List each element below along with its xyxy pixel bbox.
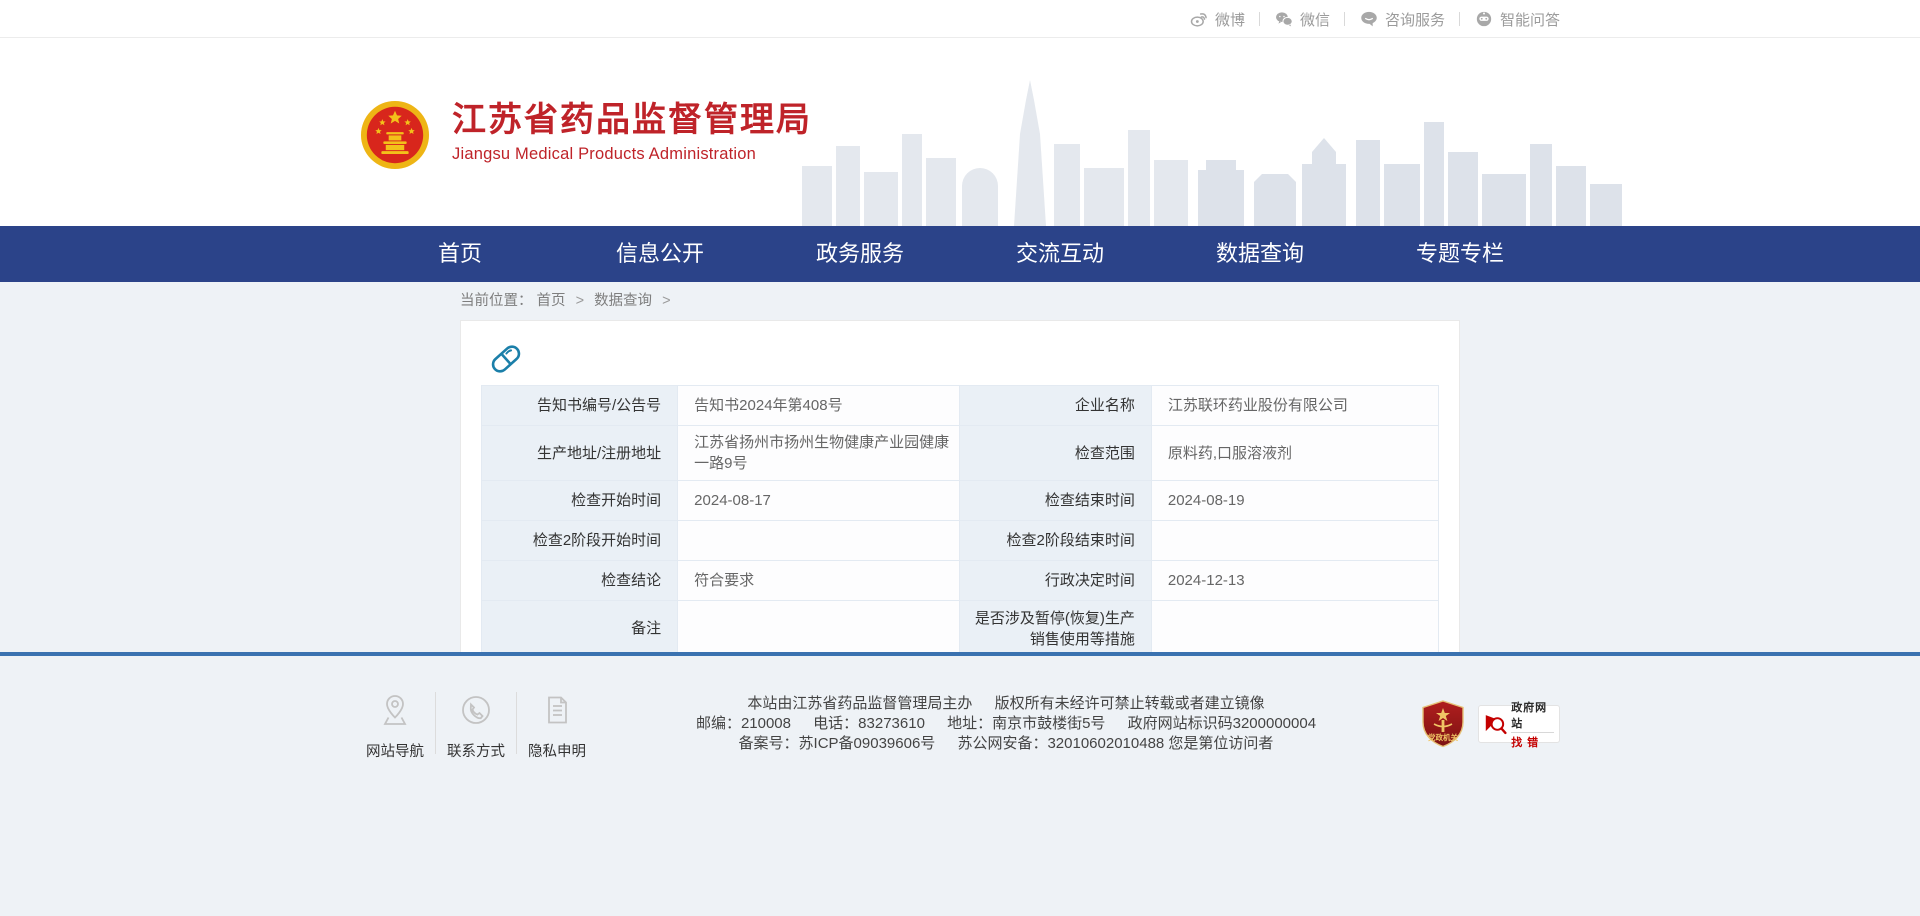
field-value: 原料药,口服溶液剂 [1151, 426, 1438, 481]
field-label: 告知书编号/公告号 [482, 386, 678, 426]
field-label: 检查范围 [960, 426, 1151, 481]
field-value [1151, 521, 1438, 561]
nav-item-data-query[interactable]: 数据查询 [1160, 226, 1360, 282]
field-label: 备注 [482, 601, 678, 657]
field-label: 检查开始时间 [482, 481, 678, 521]
robot-icon [1474, 9, 1494, 29]
wechat-link[interactable]: 微信 [1274, 9, 1330, 30]
privacy-label: 隐私申明 [528, 744, 586, 760]
field-label: 生产地址/注册地址 [482, 426, 678, 481]
table-row: 告知书编号/公告号 告知书2024年第408号 企业名称 江苏联环药业股份有限公… [482, 386, 1439, 426]
topbar-divider [1459, 12, 1460, 26]
badge-gov-site-label: 政府网站 [1511, 699, 1554, 733]
site-footer: 网站导航 联系方式 [0, 656, 1920, 912]
nav-item-info-disclosure[interactable]: 信息公开 [560, 226, 760, 282]
inspection-detail-table: 告知书编号/公告号 告知书2024年第408号 企业名称 江苏联环药业股份有限公… [481, 385, 1439, 657]
smart-qa-label: 智能问答 [1500, 9, 1560, 30]
field-label: 检查结束时间 [960, 481, 1151, 521]
capsule-icon [488, 341, 1439, 377]
quicklink-divider [516, 692, 517, 754]
table-row: 备注 是否涉及暂停(恢复)生产销售使用等措施 [482, 601, 1439, 657]
field-value: 2024-08-17 [678, 481, 960, 521]
breadcrumb-separator: > [662, 293, 670, 309]
field-value [678, 601, 960, 657]
footer-badges: 党政机关 政府网站 找错 [1420, 700, 1560, 748]
field-label: 检查结论 [482, 561, 678, 601]
weibo-link[interactable]: 微博 [1189, 9, 1245, 30]
content-area: 当前位置： 首页 > 数据查询 > 告知书编号/ [0, 282, 1920, 652]
site-title: 江苏省药品监督管理局 [452, 101, 812, 139]
chat-bubble-icon [1359, 9, 1379, 29]
contact-link[interactable]: 联系方式 [441, 690, 511, 761]
field-value: 告知书2024年第408号 [678, 386, 960, 426]
nav-item-interaction[interactable]: 交流互动 [960, 226, 1160, 282]
wechat-icon [1274, 9, 1294, 29]
gov-site-error-report-badge[interactable]: 政府网站 找错 [1478, 705, 1560, 743]
consult-service-label: 咨询服务 [1385, 9, 1445, 30]
field-value: 2024-08-19 [1151, 481, 1438, 521]
table-row: 生产地址/注册地址 江苏省扬州市扬州生物健康产业园健康一路9号 检查范围 原料药… [482, 426, 1439, 481]
topbar-divider [1344, 12, 1345, 26]
wechat-label: 微信 [1300, 9, 1330, 30]
field-value: 江苏联环药业股份有限公司 [1151, 386, 1438, 426]
footer-info-text: 本站由江苏省药品监督管理局主办 版权所有未经许可禁止转载或者建立镜像 邮编：21… [592, 690, 1420, 754]
footer-line-3: 备案号：苏ICP备09039606号 苏公网安备：32010602010488 … [592, 734, 1420, 754]
site-header: 江苏省药品监督管理局 Jiangsu Medical Products Admi… [0, 38, 1920, 226]
footer-quicklinks: 网站导航 联系方式 [360, 690, 592, 761]
national-emblem-logo [360, 100, 430, 170]
smart-qa-link[interactable]: 智能问答 [1474, 9, 1560, 30]
table-row: 检查开始时间 2024-08-17 检查结束时间 2024-08-19 [482, 481, 1439, 521]
document-icon [539, 692, 575, 728]
party-gov-shield-badge[interactable]: 党政机关 [1420, 700, 1466, 748]
nav-item-special-columns[interactable]: 专题专栏 [1360, 226, 1560, 282]
breadcrumb: 当前位置： 首页 > 数据查询 > [460, 290, 1460, 312]
site-map-link[interactable]: 网站导航 [360, 690, 430, 761]
map-pin-icon [377, 692, 413, 728]
weibo-icon [1189, 9, 1209, 29]
privacy-link[interactable]: 隐私申明 [522, 690, 592, 761]
field-value [678, 521, 960, 561]
table-row: 检查结论 符合要求 行政决定时间 2024-12-13 [482, 561, 1439, 601]
nav-item-gov-services[interactable]: 政务服务 [760, 226, 960, 282]
detail-card: 告知书编号/公告号 告知书2024年第408号 企业名称 江苏联环药业股份有限公… [460, 320, 1460, 668]
field-label: 行政决定时间 [960, 561, 1151, 601]
field-label: 是否涉及暂停(恢复)生产销售使用等措施 [960, 601, 1151, 657]
footer-line-1: 本站由江苏省药品监督管理局主办 版权所有未经许可禁止转载或者建立镜像 [592, 694, 1420, 714]
field-label: 企业名称 [960, 386, 1151, 426]
field-value: 江苏省扬州市扬州生物健康产业园健康一路9号 [678, 426, 960, 481]
field-value: 2024-12-13 [1151, 561, 1438, 601]
badge-find-error-label: 找错 [1511, 733, 1554, 750]
table-row: 检查2阶段开始时间 检查2阶段结束时间 [482, 521, 1439, 561]
main-nav: 首页 信息公开 政务服务 交流互动 数据查询 专题专栏 [0, 226, 1920, 282]
site-subtitle: Jiangsu Medical Products Administration [452, 145, 812, 164]
breadcrumb-link-data-query[interactable]: 数据查询 [594, 293, 652, 309]
quicklink-divider [435, 692, 436, 754]
footer-line-2: 邮编：210008 电话：83273610 地址：南京市鼓楼街5号 政府网站标识… [592, 714, 1420, 734]
svg-text:党政机关: 党政机关 [1428, 732, 1458, 742]
error-report-magnifier-icon [1484, 711, 1507, 737]
field-label: 检查2阶段结束时间 [960, 521, 1151, 561]
breadcrumb-separator: > [576, 293, 584, 309]
consult-service-link[interactable]: 咨询服务 [1359, 9, 1445, 30]
field-value: 符合要求 [678, 561, 960, 601]
topbar-divider [1259, 12, 1260, 26]
topbar: 微博 微信 咨询服务 [0, 0, 1920, 38]
field-value [1151, 601, 1438, 657]
site-map-label: 网站导航 [366, 744, 424, 760]
contact-label: 联系方式 [447, 744, 505, 760]
field-label: 检查2阶段开始时间 [482, 521, 678, 561]
breadcrumb-prefix: 当前位置： [460, 293, 533, 309]
phone-icon [458, 692, 494, 728]
nav-item-home[interactable]: 首页 [360, 226, 560, 282]
breadcrumb-link-home[interactable]: 首页 [537, 293, 566, 309]
weibo-label: 微博 [1215, 9, 1245, 30]
